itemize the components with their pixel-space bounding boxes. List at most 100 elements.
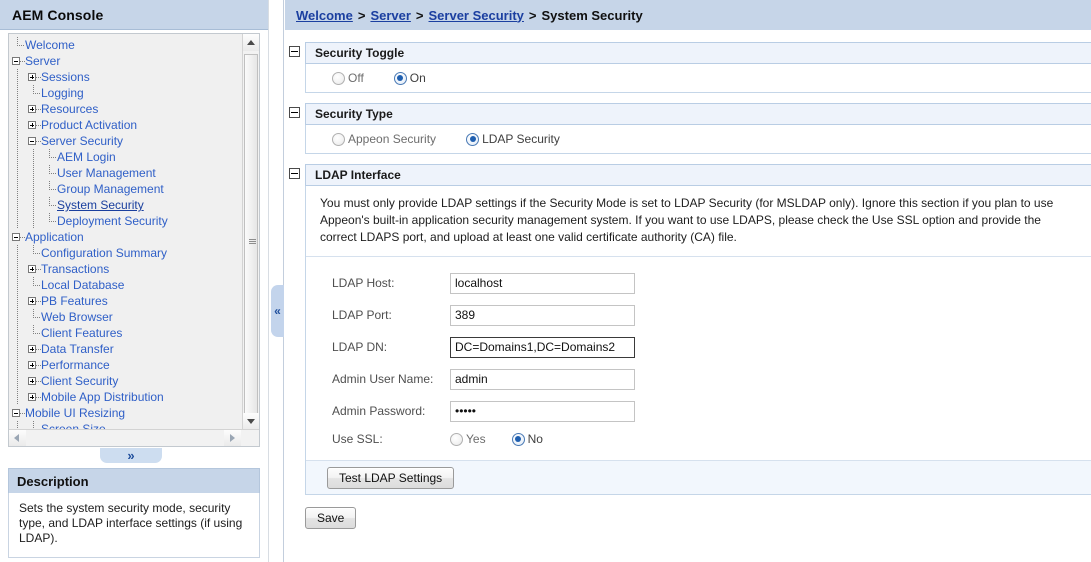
tree-item-client-features[interactable]: Client Features xyxy=(9,325,240,341)
ldap-dn-label: LDAP DN: xyxy=(332,340,388,354)
tree-leaf-connector xyxy=(41,213,57,229)
ldap-port-input[interactable] xyxy=(450,304,635,326)
tree-item-product-activation[interactable]: Product Activation xyxy=(9,117,240,133)
collapse-section-icon[interactable] xyxy=(289,168,300,179)
tree-item-label[interactable]: Server Security xyxy=(41,133,125,149)
tree-item-sessions[interactable]: Sessions xyxy=(9,69,240,85)
tree-leaf-connector xyxy=(25,309,41,325)
tree-item-label[interactable]: Configuration Summary xyxy=(41,245,169,261)
tree-item-label[interactable]: Local Database xyxy=(41,277,126,293)
collapse-section-icon[interactable] xyxy=(289,107,300,118)
chevron-double-down-icon: » xyxy=(127,447,135,463)
tree-item-server[interactable]: Server xyxy=(9,53,240,69)
tree-item-transactions[interactable]: Transactions xyxy=(9,261,240,277)
collapse-node-icon[interactable] xyxy=(25,133,41,149)
expand-node-icon[interactable] xyxy=(25,261,41,277)
tree-item-client-security[interactable]: Client Security xyxy=(9,373,240,389)
use-ssl-label: Use SSL: xyxy=(332,432,383,446)
tree-item-label[interactable]: System Security xyxy=(57,197,146,213)
scroll-down-arrow-icon[interactable] xyxy=(243,413,259,430)
tree-item-label[interactable]: Data Transfer xyxy=(41,341,116,357)
ldap-settings-form: LDAP Host: LDAP Port: LDAP DN: Admin Use… xyxy=(306,256,1091,460)
radio-use-ssl-yes[interactable]: Yes xyxy=(450,432,486,446)
tree-item-welcome[interactable]: Welcome xyxy=(9,37,240,53)
expand-node-icon[interactable] xyxy=(25,373,41,389)
expand-node-icon[interactable] xyxy=(25,357,41,373)
tree-horizontal-scrollbar[interactable] xyxy=(9,429,259,446)
tree-item-performance[interactable]: Performance xyxy=(9,357,240,373)
tree-item-label[interactable]: Client Features xyxy=(41,325,124,341)
expand-node-icon[interactable] xyxy=(25,293,41,309)
save-button[interactable]: Save xyxy=(305,507,357,529)
tree-item-label[interactable]: Application xyxy=(25,229,86,245)
breadcrumb-item-server-security[interactable]: Server Security xyxy=(429,8,524,23)
tree-item-label[interactable]: Web Browser xyxy=(41,309,115,325)
tree-item-logging[interactable]: Logging xyxy=(9,85,240,101)
tree-item-deployment-security[interactable]: Deployment Security xyxy=(9,213,240,229)
collapse-node-icon[interactable] xyxy=(9,53,25,69)
collapse-node-icon[interactable] xyxy=(9,405,25,421)
tree-item-mobile-app-distribution[interactable]: Mobile App Distribution xyxy=(9,389,240,405)
tree-item-label[interactable]: Mobile App Distribution xyxy=(41,389,166,405)
tree-item-label[interactable]: Welcome xyxy=(25,37,77,53)
collapse-section-icon[interactable] xyxy=(289,46,300,57)
radio-appeon-security[interactable]: Appeon Security xyxy=(332,132,436,146)
tree-item-label[interactable]: Product Activation xyxy=(41,117,139,133)
tree-item-label[interactable]: Sessions xyxy=(41,69,92,85)
tree-item-label[interactable]: Transactions xyxy=(41,261,111,277)
admin-user-name-input[interactable] xyxy=(450,368,635,390)
ldap-host-input[interactable] xyxy=(450,272,635,294)
tree-item-group-management[interactable]: Group Management xyxy=(9,181,240,197)
scroll-up-arrow-icon[interactable] xyxy=(243,34,259,51)
tree-item-label[interactable]: Server xyxy=(25,53,62,69)
radio-use-ssl-no[interactable]: No xyxy=(511,432,543,446)
expand-node-icon[interactable] xyxy=(25,117,41,133)
expand-node-icon[interactable] xyxy=(25,101,41,117)
tree-guide xyxy=(9,389,25,405)
admin-password-input[interactable] xyxy=(450,400,635,422)
tree-item-label[interactable]: Deployment Security xyxy=(57,213,170,229)
form-row-ldap-port: LDAP Port: xyxy=(306,299,1091,331)
tree-item-user-management[interactable]: User Management xyxy=(9,165,240,181)
navigation-tree: Welcome Server Sessions Logging Resources Pro… xyxy=(9,34,240,430)
tree-item-local-database[interactable]: Local Database xyxy=(9,277,240,293)
tree-item-label[interactable]: Performance xyxy=(41,357,112,373)
scroll-right-arrow-icon[interactable] xyxy=(224,430,241,446)
breadcrumb-item-welcome[interactable]: Welcome xyxy=(296,8,353,23)
tree-item-label[interactable]: PB Features xyxy=(41,293,110,309)
tree-item-aem-login[interactable]: AEM Login xyxy=(9,149,240,165)
expand-node-icon[interactable] xyxy=(25,389,41,405)
breadcrumb-item-server[interactable]: Server xyxy=(370,8,410,23)
tree-item-configuration-summary[interactable]: Configuration Summary xyxy=(9,245,240,261)
tree-item-web-browser[interactable]: Web Browser xyxy=(9,309,240,325)
tree-guide xyxy=(9,245,25,261)
collapse-panel-handle[interactable]: « xyxy=(271,285,284,337)
tree-item-mobile-ui-resizing[interactable]: Mobile UI Resizing xyxy=(9,405,240,421)
tree-guide xyxy=(9,149,25,165)
tree-item-data-transfer[interactable]: Data Transfer xyxy=(9,341,240,357)
tree-vscroll-thumb[interactable] xyxy=(244,54,258,429)
tree-item-resources[interactable]: Resources xyxy=(9,101,240,117)
tree-item-label[interactable]: Mobile UI Resizing xyxy=(25,405,127,421)
radio-ldap-security[interactable]: LDAP Security xyxy=(466,132,560,146)
tree-item-label[interactable]: Logging xyxy=(41,85,86,101)
tree-item-system-security[interactable]: System Security xyxy=(9,197,240,213)
tree-item-pb-features[interactable]: PB Features xyxy=(9,293,240,309)
radio-security-toggle-on[interactable]: On xyxy=(393,71,426,85)
tree-item-application[interactable]: Application xyxy=(9,229,240,245)
tree-item-label[interactable]: Client Security xyxy=(41,373,120,389)
expand-node-icon[interactable] xyxy=(25,341,41,357)
expand-node-icon[interactable] xyxy=(25,69,41,85)
ldap-dn-input[interactable] xyxy=(450,336,635,358)
radio-security-toggle-off[interactable]: Off xyxy=(332,71,364,85)
test-ldap-settings-button[interactable]: Test LDAP Settings xyxy=(327,466,455,489)
scroll-left-arrow-icon[interactable] xyxy=(9,430,26,446)
collapse-node-icon[interactable] xyxy=(9,229,25,245)
tree-expand-handle[interactable]: » xyxy=(100,448,162,463)
tree-item-label[interactable]: Group Management xyxy=(57,181,166,197)
tree-item-label[interactable]: User Management xyxy=(57,165,158,181)
tree-item-label[interactable]: Resources xyxy=(41,101,100,117)
tree-item-server-security[interactable]: Server Security xyxy=(9,133,240,149)
tree-item-label[interactable]: AEM Login xyxy=(57,149,118,165)
tree-vertical-scrollbar[interactable] xyxy=(242,34,259,430)
